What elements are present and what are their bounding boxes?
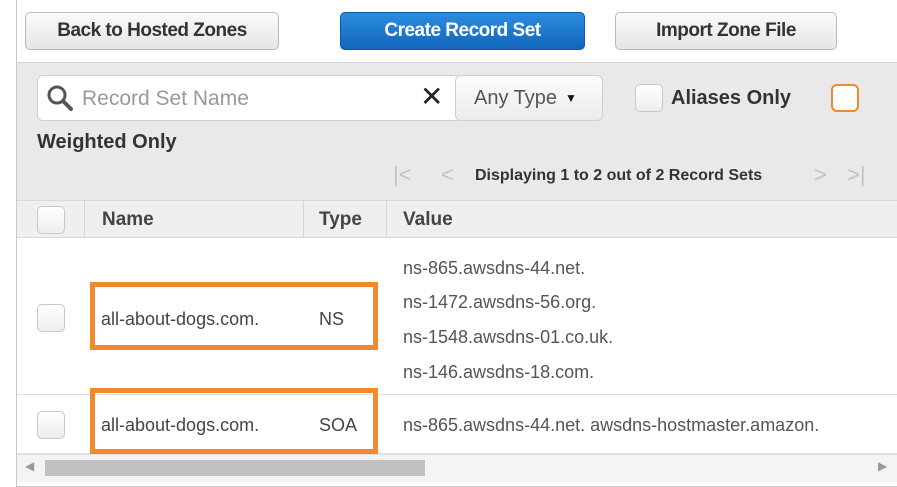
record-type-select[interactable]: Any Type ▼ <box>455 75 603 121</box>
record-value-line: ns-146.awsdns-18.com. <box>403 362 595 382</box>
select-all-checkbox[interactable] <box>37 206 65 234</box>
column-divider <box>386 201 387 239</box>
horizontal-scrollbar[interactable]: ◀ ▶ <box>17 454 897 482</box>
filter-panel: ✕ Any Type ▼ Aliases Only Weighted Only … <box>17 62 897 200</box>
row-checkbox[interactable] <box>37 304 65 332</box>
last-page-icon[interactable]: >| <box>847 162 866 188</box>
back-to-hosted-zones-button[interactable]: Back to Hosted Zones <box>25 12 279 50</box>
column-header-name[interactable]: Name <box>102 209 154 231</box>
aliases-only-checkbox[interactable] <box>635 84 663 112</box>
search-box: ✕ <box>37 75 462 121</box>
weighted-only-label: Weighted Only <box>37 131 177 153</box>
create-record-set-button[interactable]: Create Record Set <box>340 12 585 50</box>
first-page-icon[interactable]: |< <box>393 162 412 188</box>
scrollbar-thumb[interactable] <box>45 460 425 476</box>
record-set-name-search-input[interactable] <box>82 85 402 113</box>
record-type-selected-value: Any Type <box>474 86 558 109</box>
record-value-line: ns-1472.awsdns-56.org. <box>403 292 597 312</box>
record-value-line: ns-865.awsdns-44.net. awsdns-hostmaster.… <box>403 415 820 435</box>
highlight-box-soa-record <box>90 388 378 454</box>
next-page-icon[interactable]: > <box>814 162 827 188</box>
scroll-right-icon[interactable]: ▶ <box>878 459 887 473</box>
previous-page-icon[interactable]: < <box>441 162 454 188</box>
close-icon[interactable]: ✕ <box>420 83 443 111</box>
scroll-left-icon[interactable]: ◀ <box>25 459 34 473</box>
import-zone-file-button[interactable]: Import Zone File <box>615 12 837 50</box>
row-checkbox[interactable] <box>37 411 65 439</box>
weighted-only-checkbox[interactable] <box>831 84 859 112</box>
record-value-line: ns-1548.awsdns-01.co.uk. <box>403 327 614 347</box>
column-header-value[interactable]: Value <box>403 209 453 231</box>
route53-record-sets-panel: Back to Hosted Zones Create Record Set I… <box>16 0 897 487</box>
highlight-box-ns-record <box>90 282 378 350</box>
pagination-status: Displaying 1 to 2 out of 2 Record Sets <box>475 167 763 184</box>
toolbar: Back to Hosted Zones Create Record Set I… <box>17 0 897 62</box>
search-icon <box>47 85 73 111</box>
column-header-type[interactable]: Type <box>319 209 362 231</box>
aliases-only-label: Aliases Only <box>671 87 792 109</box>
column-divider <box>303 201 304 239</box>
column-divider <box>84 201 85 239</box>
table-header: Name Type Value <box>17 200 897 239</box>
caret-down-icon: ▼ <box>565 91 577 105</box>
record-value-line: ns-865.awsdns-44.net. <box>403 258 586 278</box>
